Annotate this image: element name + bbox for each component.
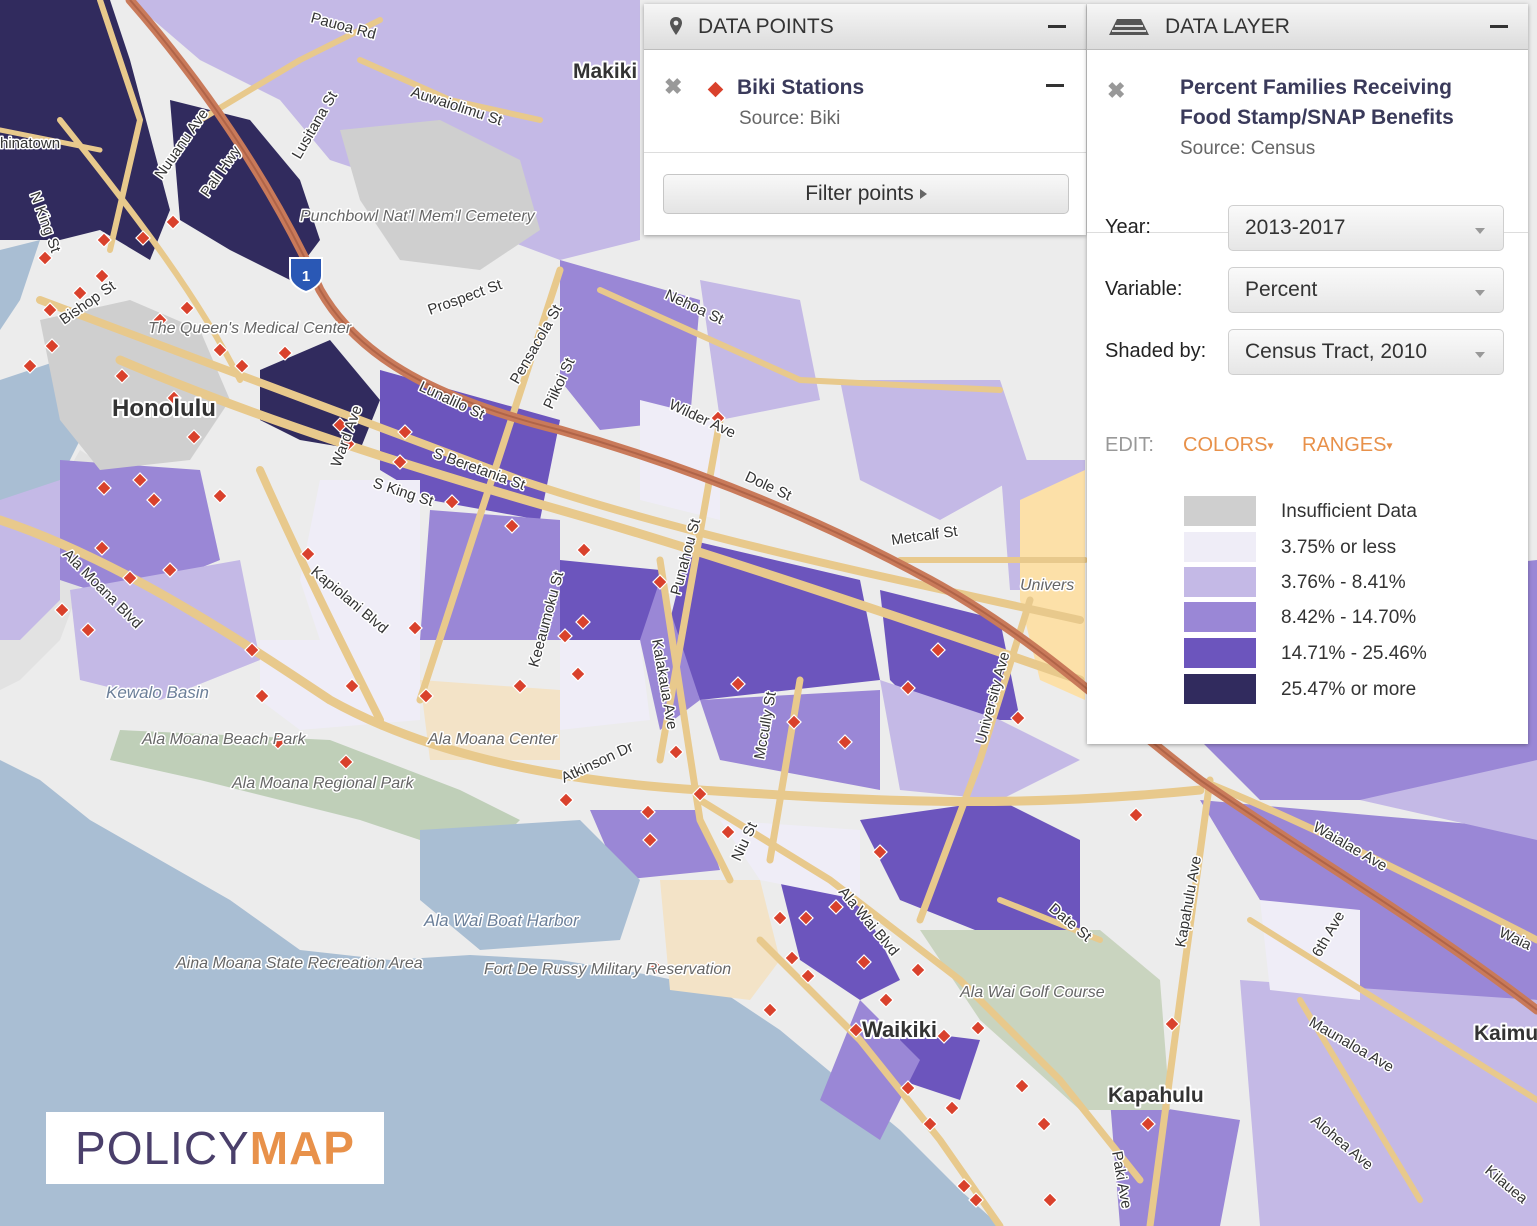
data-layer-name-line2: Food Stamp/SNAP Benefits <box>1180 106 1454 129</box>
legend-swatch-4 <box>1184 638 1256 668</box>
biki-stations-row: ✖ Biki Stations Source: Biki <box>644 50 1086 153</box>
data-layer-panel: DATA LAYER ✖ Percent Families Receiving … <box>1087 4 1528 744</box>
place-label-kaimu: Kaimu <box>1474 1022 1537 1045</box>
place-label-waikiki: Waikiki <box>862 1017 937 1042</box>
collapse-data-points-button[interactable] <box>1048 25 1066 28</box>
collapse-biki-row-button[interactable] <box>1046 84 1064 87</box>
colors-link-label: COLORS <box>1183 434 1268 456</box>
shaded-by-label: Shaded by: <box>1105 340 1207 362</box>
legend-label-3: 8.42% - 14.70% <box>1281 607 1417 628</box>
water-label: Ala Wai Boat Harbor <box>423 911 580 930</box>
park-label: Ala Moana Regional Park <box>231 775 414 792</box>
diamond-marker-icon <box>707 81 724 98</box>
data-layer-source: Source: Census <box>1180 138 1315 160</box>
place-label-makiki: Makiki <box>573 60 637 83</box>
remove-layer-icon[interactable]: ✖ <box>664 74 682 100</box>
caret-down-icon: ▾ <box>1386 438 1393 453</box>
legend-swatch-0 <box>1184 496 1256 526</box>
shaded-by-select[interactable]: Census Tract, 2010 <box>1228 329 1504 375</box>
year-label: Year: <box>1105 216 1151 238</box>
park-label: Ala Wai Golf Course <box>959 984 1105 1001</box>
dropdown-arrow-icon <box>1475 290 1485 296</box>
edit-label: EDIT: <box>1105 434 1154 456</box>
place-label-kapahulu: Kapahulu <box>1108 1084 1204 1107</box>
legend-swatch-2 <box>1184 567 1256 597</box>
legend-label-4: 14.71% - 25.46% <box>1281 643 1427 664</box>
source-value: Biki <box>809 108 841 129</box>
park-label: The Queen's Medical Center <box>148 320 352 337</box>
data-points-panel: DATA POINTS ✖ Biki Stations Source: Biki… <box>644 4 1086 235</box>
ranges-menu[interactable]: RANGES▾ <box>1302 434 1393 457</box>
variable-value: Percent <box>1245 278 1318 301</box>
ranges-link-label: RANGES <box>1302 434 1387 456</box>
park-label: Ala Moana Center <box>427 731 558 748</box>
variable-label: Variable: <box>1105 278 1183 300</box>
collapse-data-layer-button[interactable] <box>1490 25 1508 28</box>
shaded-by-value: Census Tract, 2010 <box>1245 340 1428 363</box>
place-label-honolulu: Honolulu <box>112 395 216 422</box>
legend-swatch-3 <box>1184 602 1256 632</box>
legend-label-1: 3.75% or less <box>1281 537 1397 558</box>
park-label: Aina Moana State Recreation Area <box>175 955 423 972</box>
data-points-title: DATA POINTS <box>698 14 834 38</box>
policymap-logo: POLICY MAP <box>46 1112 384 1184</box>
point-layer-name: Biki Stations <box>737 76 865 99</box>
source-label: Source: <box>1180 138 1246 159</box>
data-points-header: DATA POINTS <box>644 4 1086 50</box>
variable-select[interactable]: Percent <box>1228 267 1504 313</box>
year-value: 2013-2017 <box>1245 216 1346 239</box>
park-label: Univers <box>1020 577 1074 594</box>
filter-points-label: Filter points <box>805 182 914 205</box>
data-layer-name-line1: Percent Families Receiving <box>1180 76 1452 99</box>
dropdown-arrow-icon <box>1475 352 1485 358</box>
water-label: Kewalo Basin <box>106 683 209 702</box>
park-label: Fort De Russy Military Reservation <box>484 961 731 978</box>
point-layer-source: Source: Biki <box>739 108 840 130</box>
legend-swatch-5 <box>1184 674 1256 704</box>
place-label-chinatown: hinatown <box>0 135 60 152</box>
legend-label-0: Insufficient Data <box>1281 501 1417 522</box>
map-pin-icon <box>664 15 688 39</box>
caret-down-icon: ▾ <box>1267 438 1274 453</box>
shield-number: 1 <box>302 268 310 285</box>
caret-right-icon <box>919 189 927 199</box>
park-label: Punchbowl Nat'l Mem'l Cemetery <box>300 208 536 225</box>
legend-label-5: 25.47% or more <box>1281 679 1417 700</box>
dropdown-arrow-icon <box>1475 228 1485 234</box>
source-label: Source: <box>739 108 805 129</box>
layers-icon <box>1107 15 1151 39</box>
park-label: Ala Moana Beach Park <box>141 731 307 748</box>
data-layer-header: DATA LAYER <box>1087 4 1528 50</box>
filter-points-button[interactable]: Filter points <box>663 174 1069 214</box>
logo-text-policy: POLICY <box>75 1122 250 1174</box>
legend-label-2: 3.76% - 8.41% <box>1281 572 1406 593</box>
source-value: Census <box>1250 138 1316 159</box>
legend-swatch-1 <box>1184 532 1256 562</box>
year-select[interactable]: 2013-2017 <box>1228 205 1504 251</box>
logo-text-map: MAP <box>249 1122 355 1174</box>
remove-data-layer-icon[interactable]: ✖ <box>1107 78 1125 104</box>
colors-menu[interactable]: COLORS▾ <box>1183 434 1274 457</box>
data-layer-title: DATA LAYER <box>1165 14 1290 38</box>
